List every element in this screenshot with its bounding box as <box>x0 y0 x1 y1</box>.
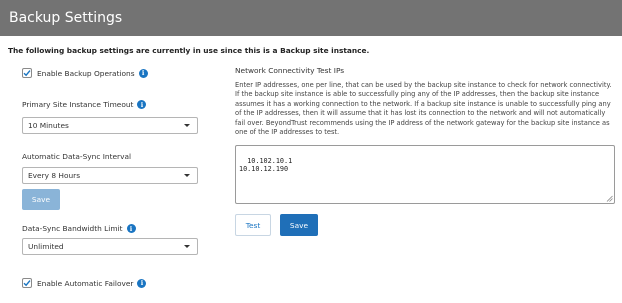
info-icon[interactable]: i <box>137 278 147 288</box>
resize-handle-icon[interactable] <box>606 195 613 202</box>
check-icon <box>23 280 31 287</box>
chevron-down-icon <box>184 174 190 177</box>
enable-failover-row: Enable Automatic Failover i <box>22 278 147 288</box>
primary-timeout-select[interactable]: 10 Minutes <box>22 117 198 134</box>
bandwidth-label-row: Data-Sync Bandwidth Limit i <box>22 224 136 233</box>
bandwidth-label: Data-Sync Bandwidth Limit <box>22 224 123 233</box>
enable-failover-checkbox[interactable] <box>22 278 32 288</box>
connectivity-description: Enter IP addresses, one per line, that c… <box>235 81 612 137</box>
enable-failover-label: Enable Automatic Failover <box>37 278 134 288</box>
sync-interval-label-row: Automatic Data-Sync Interval <box>22 152 131 161</box>
sync-interval-value: Every 8 Hours <box>28 171 81 180</box>
info-icon[interactable]: i <box>138 68 148 78</box>
page-title: Backup Settings <box>9 10 123 26</box>
primary-timeout-value: 10 Minutes <box>28 121 69 130</box>
test-ips-textarea[interactable]: 10.102.10.1 10.10.12.190 <box>235 145 615 204</box>
info-icon[interactable]: i <box>126 224 136 233</box>
test-button[interactable]: Test <box>235 214 271 236</box>
bandwidth-select[interactable]: Unlimited <box>22 238 198 255</box>
save-interval-button[interactable]: Save <box>22 189 60 210</box>
page-header: Backup Settings <box>0 0 622 36</box>
bandwidth-value: Unlimited <box>28 242 64 251</box>
enable-backup-checkbox[interactable] <box>22 68 32 78</box>
chevron-down-icon <box>184 245 190 248</box>
save-ips-button[interactable]: Save <box>280 214 318 236</box>
chevron-down-icon <box>184 124 190 127</box>
backup-notice: The following backup settings are curren… <box>8 46 370 55</box>
primary-timeout-label-row: Primary Site Instance Timeout i <box>22 100 147 109</box>
sync-interval-select[interactable]: Every 8 Hours <box>22 167 198 184</box>
connectivity-title: Network Connectivity Test IPs <box>235 66 345 75</box>
enable-backup-label: Enable Backup Operations <box>37 68 135 78</box>
info-icon[interactable]: i <box>137 100 147 109</box>
check-icon <box>23 70 31 77</box>
test-ips-value: 10.102.10.1 10.10.12.190 <box>239 157 293 173</box>
enable-backup-row: Enable Backup Operations i <box>22 68 148 78</box>
sync-interval-label: Automatic Data-Sync Interval <box>22 152 132 161</box>
primary-timeout-label: Primary Site Instance Timeout <box>22 100 134 109</box>
